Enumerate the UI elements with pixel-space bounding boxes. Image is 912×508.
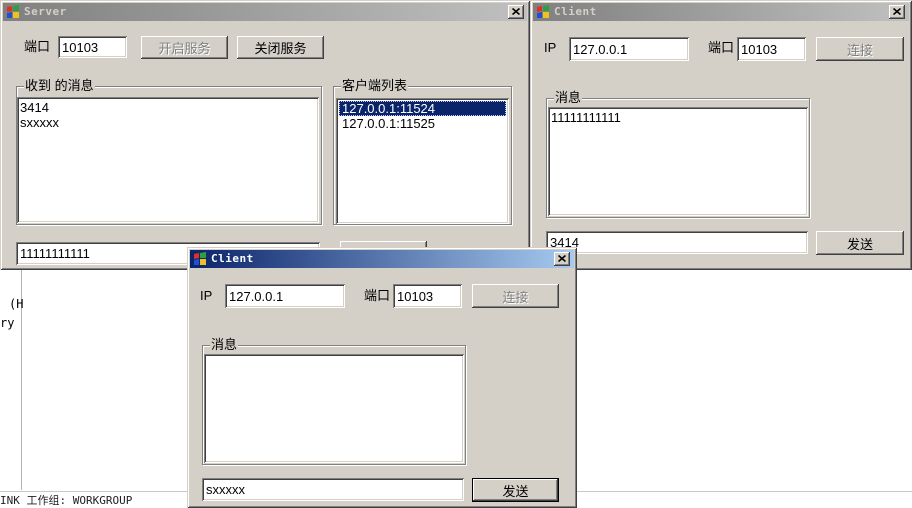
client-active-messages-label: 消息	[210, 337, 239, 352]
workgroup-status-text: INK 工作组: WORKGROUP	[0, 494, 133, 507]
client-list-item[interactable]: 127.0.0.1:11525	[339, 116, 506, 131]
client-right-port-input[interactable]: 10103	[737, 37, 806, 61]
client-right-send-button[interactable]: 发送	[816, 231, 904, 255]
client-active-close-button[interactable]	[554, 252, 570, 266]
client-right-close-button[interactable]	[889, 5, 905, 19]
client-active-ip-label: IP	[200, 288, 213, 303]
received-messages-box[interactable]: 3414 sxxxxx	[17, 97, 319, 223]
start-service-button[interactable]: 开启服务	[141, 36, 228, 59]
server-port-label: 端口	[24, 39, 51, 54]
server-window: Server 端口 10103 开启服务 关闭服务 收到 的消息 3414 sx…	[0, 0, 530, 270]
server-port-input[interactable]: 10103	[58, 36, 127, 58]
client-list-label: 客户端列表	[341, 78, 409, 93]
client-active-ip-input[interactable]: 127.0.0.1	[225, 284, 345, 308]
app-icon	[192, 251, 208, 267]
app-icon	[535, 4, 551, 20]
received-messages-label: 收到 的消息	[24, 78, 95, 93]
client-right-port-label: 端口	[708, 40, 735, 55]
client-right-title-bar[interactable]: Client	[533, 3, 909, 21]
client-active-title-bar[interactable]: Client	[190, 250, 574, 268]
client-active-send-input[interactable]: sxxxxx	[202, 478, 464, 501]
client-active-port-input[interactable]: 10103	[393, 284, 462, 308]
client-right-messages-box[interactable]: 11111111111	[548, 107, 808, 216]
close-icon	[558, 255, 566, 262]
client-right-ip-input[interactable]: 127.0.0.1	[569, 37, 689, 61]
client-window-active: Client IP 127.0.0.1 端口 10103 连接 消息 sxxxx…	[187, 247, 577, 508]
client-right-connect-button[interactable]: 连接	[816, 37, 904, 61]
background-text-fragment: ry	[0, 316, 15, 330]
client-active-messages-box[interactable]	[204, 354, 464, 463]
client-right-send-input[interactable]: 3414	[546, 231, 808, 254]
message-line: 11111111111	[551, 110, 621, 125]
close-icon	[512, 8, 520, 15]
server-title-bar[interactable]: Server	[3, 3, 527, 21]
client-right-ip-label: IP	[544, 40, 557, 55]
message-line: sxxxxx	[20, 115, 59, 130]
server-close-button[interactable]	[508, 5, 524, 19]
client-active-send-button[interactable]: 发送	[472, 478, 559, 502]
client-right-messages-label: 消息	[554, 90, 583, 105]
app-icon	[5, 4, 21, 20]
client-window-right: Client IP 127.0.0.1 端口 10103 连接 消息 11111…	[530, 0, 912, 270]
server-window-title: Server	[24, 5, 67, 18]
client-active-port-label: 端口	[364, 288, 391, 303]
background-text-fragment: (H	[9, 297, 24, 311]
desktop: (H ry INK 工作组: WORKGROUP Server 端口 10103…	[0, 0, 912, 508]
client-right-window-title: Client	[554, 5, 597, 18]
client-list-item[interactable]: 127.0.0.1:11524	[339, 101, 506, 116]
stop-service-button[interactable]: 关闭服务	[237, 36, 324, 59]
message-line: 3414	[20, 100, 49, 115]
client-listbox[interactable]: 127.0.0.1:11524 127.0.0.1:11525	[336, 98, 509, 224]
client-active-window-title: Client	[211, 252, 254, 265]
client-active-connect-button[interactable]: 连接	[472, 284, 559, 308]
close-icon	[893, 8, 901, 15]
